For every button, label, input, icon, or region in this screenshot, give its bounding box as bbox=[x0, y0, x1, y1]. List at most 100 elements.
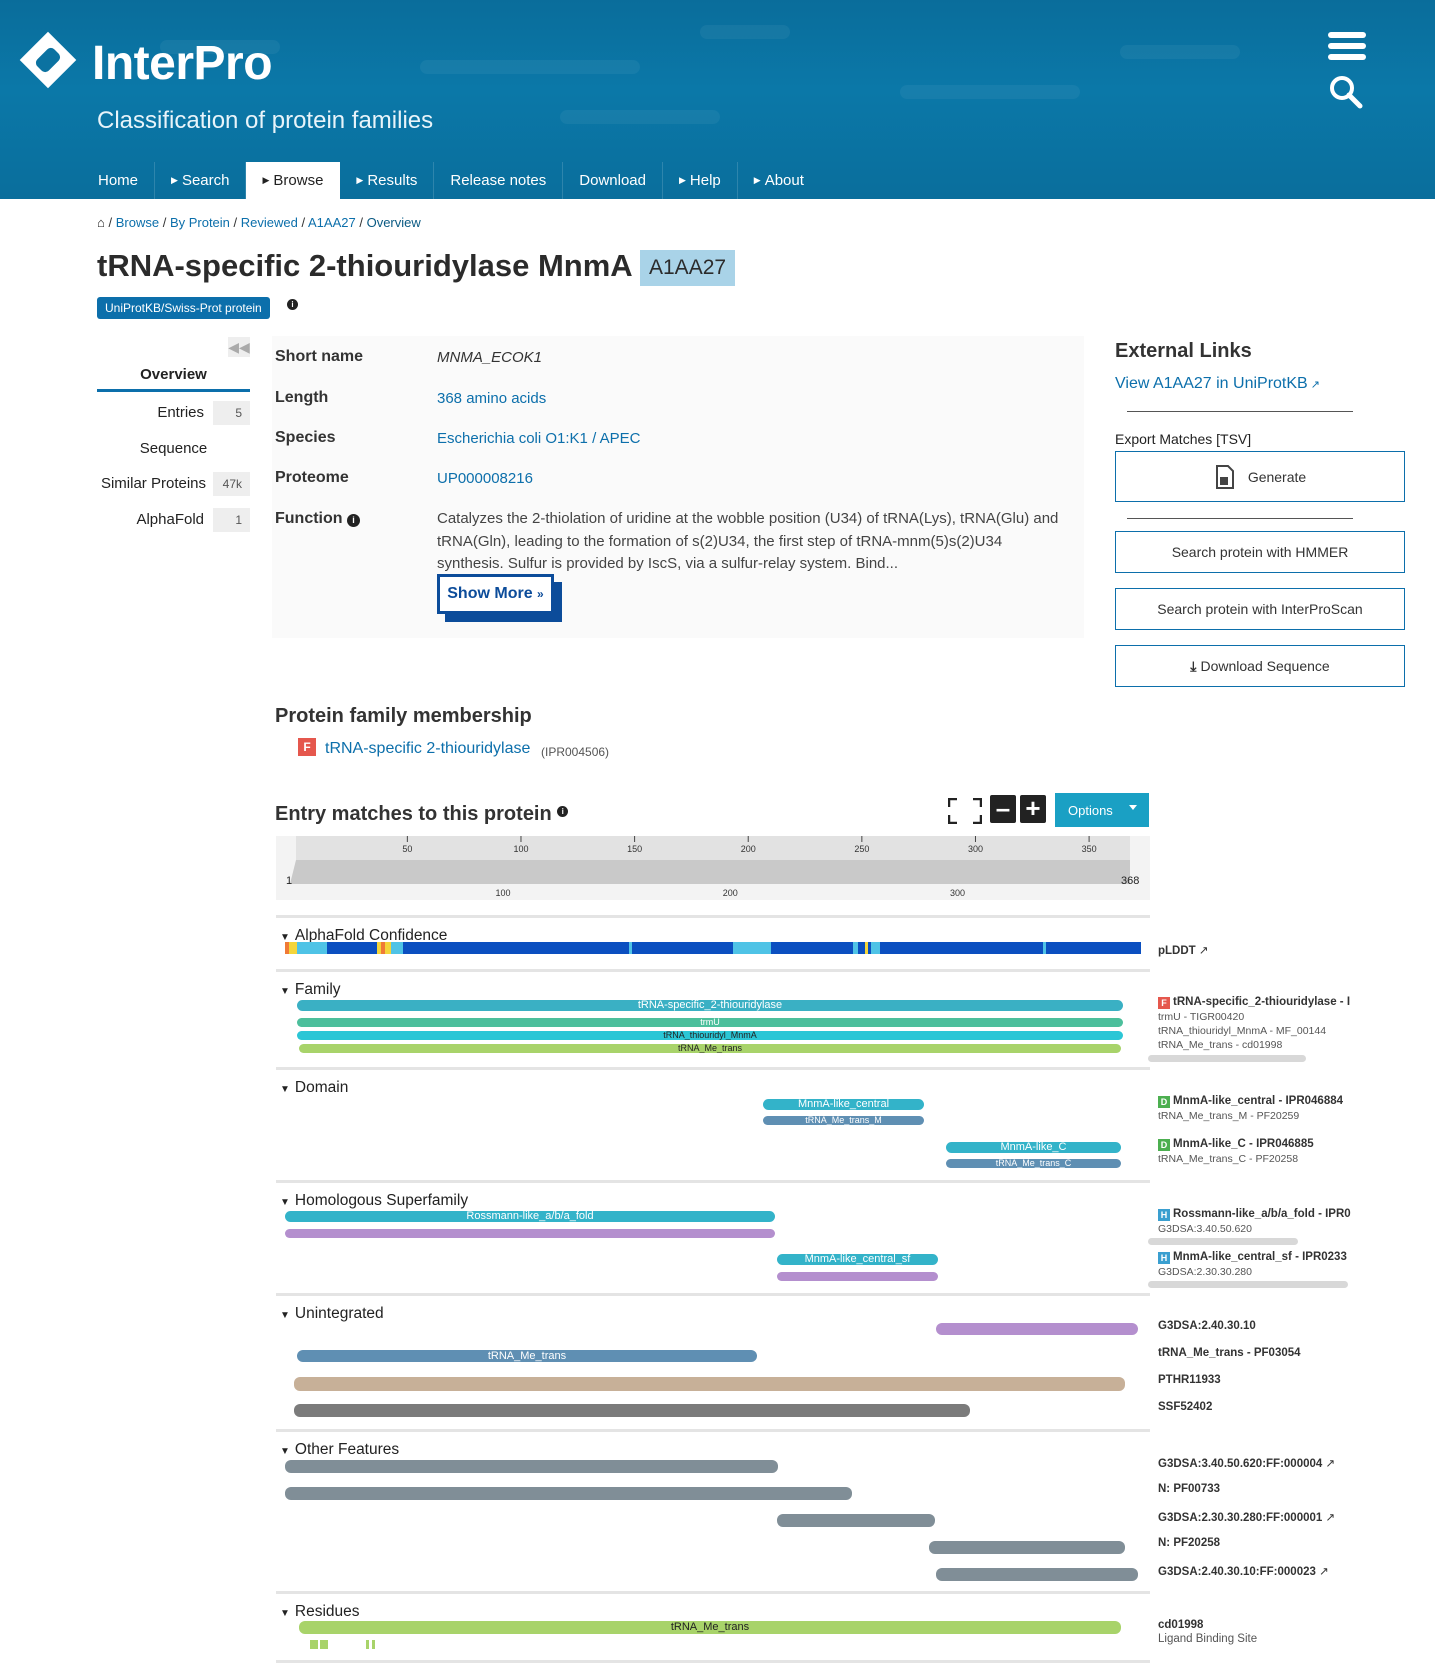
breadcrumb-reviewed[interactable]: Reviewed bbox=[241, 215, 298, 230]
nav-download[interactable]: Download bbox=[563, 162, 663, 199]
homologous-sub-label[interactable]: G3DSA:2.30.30.280 bbox=[1158, 1266, 1252, 1278]
other-feature-bar[interactable] bbox=[285, 1460, 778, 1473]
other-feature-bar[interactable] bbox=[285, 1487, 852, 1500]
search-icon[interactable] bbox=[1328, 74, 1364, 110]
other-feature-label[interactable]: G3DSA:3.40.50.620:FF:000004 ↗ bbox=[1158, 1456, 1335, 1470]
other-feature-bar[interactable] bbox=[936, 1568, 1138, 1581]
zoom-in-button[interactable]: + bbox=[1020, 795, 1046, 823]
menu-overview[interactable]: Overview bbox=[97, 366, 250, 392]
zoom-out-button[interactable]: – bbox=[990, 795, 1016, 823]
nav-release-notes[interactable]: Release notes bbox=[434, 162, 564, 199]
homologous-rossmann-sub-bar[interactable] bbox=[285, 1229, 775, 1238]
menu-entries[interactable]: Entries 5 bbox=[97, 401, 250, 426]
nav-about[interactable]: ▶ About bbox=[738, 162, 820, 199]
label-scrollbar[interactable] bbox=[1148, 1238, 1298, 1245]
residues-me-trans-bar[interactable]: tRNA_Me_trans bbox=[299, 1621, 1121, 1634]
nav-home[interactable]: Home bbox=[82, 162, 156, 199]
domain-entry-label[interactable]: D MnmA-like_central - IPR046884 bbox=[1158, 1095, 1343, 1108]
domain-like-c-bar[interactable]: MnmA-like_C bbox=[946, 1142, 1121, 1153]
home-icon[interactable]: ⌂ bbox=[97, 215, 105, 230]
nav-results[interactable]: ▶ Results bbox=[340, 162, 435, 199]
other-feature-label[interactable]: N: PF20258 bbox=[1158, 1537, 1220, 1549]
proteome-link[interactable]: UP000008216 bbox=[437, 470, 533, 487]
brand-title[interactable]: InterPro bbox=[92, 36, 273, 91]
section-homologous-superfamily[interactable]: ▼ Homologous Superfamily bbox=[280, 1192, 468, 1210]
domain-trans-m-bar[interactable]: tRNA_Me_trans_M bbox=[763, 1116, 924, 1125]
section-domain[interactable]: ▼ Domain bbox=[280, 1079, 348, 1097]
info-icon[interactable]: i bbox=[287, 299, 298, 310]
family-link[interactable]: tRNA-specific 2-thiouridylase bbox=[325, 740, 530, 758]
family-sub-label[interactable]: trmU - TIGR00420 bbox=[1158, 1011, 1244, 1023]
show-more-button[interactable]: Show More » bbox=[437, 574, 554, 614]
unintegrated-panther-bar[interactable] bbox=[294, 1377, 1125, 1391]
section-residues[interactable]: ▼ Residues bbox=[280, 1603, 360, 1621]
length-link[interactable]: 368 amino acids bbox=[437, 390, 546, 407]
label-scrollbar[interactable] bbox=[1148, 1281, 1348, 1288]
unintegrated-ssf-bar[interactable] bbox=[294, 1404, 970, 1417]
residue-site-marker[interactable] bbox=[366, 1640, 369, 1649]
domain-entry-label[interactable]: D MnmA-like_C - IPR046885 bbox=[1158, 1138, 1314, 1151]
menu-similar-proteins[interactable]: Similar Proteins 47k bbox=[97, 472, 250, 497]
residue-sub-label[interactable]: Ligand Binding Site bbox=[1158, 1633, 1257, 1645]
plddt-track[interactable] bbox=[285, 942, 1141, 954]
other-feature-label[interactable]: N: PF00733 bbox=[1158, 1483, 1220, 1495]
nav-search[interactable]: ▶ Search bbox=[155, 162, 247, 199]
plddt-link[interactable]: pLDDT ↗ bbox=[1158, 943, 1209, 957]
domain-sub-label[interactable]: tRNA_Me_trans_M - PF20259 bbox=[1158, 1110, 1299, 1122]
residue-site-marker[interactable] bbox=[310, 1640, 318, 1649]
unintegrated-label[interactable]: SSF52402 bbox=[1158, 1401, 1212, 1413]
breadcrumb-by-protein[interactable]: By Protein bbox=[170, 215, 230, 230]
domain-sub-label[interactable]: tRNA_Me_trans_C - PF20258 bbox=[1158, 1153, 1298, 1165]
unintegrated-g3dsa-bar[interactable] bbox=[936, 1323, 1138, 1335]
hamburger-menu-icon[interactable] bbox=[1328, 32, 1366, 64]
family-entry-label[interactable]: FtRNA-specific_2-thiouridylase - I bbox=[1158, 996, 1350, 1009]
family-sub-label[interactable]: tRNA_thiouridyl_MnmA - MF_00144 bbox=[1158, 1025, 1326, 1037]
domain-central-bar[interactable]: MnmA-like_central bbox=[763, 1099, 924, 1110]
family-thiouridyl-bar[interactable]: tRNA_thiouridyl_MnmA bbox=[297, 1031, 1123, 1040]
section-family[interactable]: ▼ Family bbox=[280, 981, 341, 999]
label-scrollbar[interactable] bbox=[1148, 1055, 1306, 1062]
section-unintegrated[interactable]: ▼ Unintegrated bbox=[280, 1305, 384, 1323]
unintegrated-label[interactable]: G3DSA:2.40.30.10 bbox=[1158, 1320, 1256, 1332]
species-link[interactable]: Escherichia coli O1:K1 / APEC bbox=[437, 430, 640, 447]
fullscreen-icon[interactable] bbox=[948, 798, 982, 824]
options-dropdown[interactable]: Options bbox=[1055, 793, 1149, 827]
family-trmu-bar[interactable]: trmU bbox=[297, 1018, 1123, 1027]
homologous-entry-label[interactable]: H Rossmann-like_a/b/a_fold - IPR0 bbox=[1158, 1208, 1351, 1221]
family-sub-label[interactable]: tRNA_Me_trans - cd01998 bbox=[1158, 1039, 1282, 1051]
menu-sequence[interactable]: Sequence bbox=[97, 440, 250, 462]
search-hmmer-button[interactable]: Search protein with HMMER bbox=[1115, 531, 1405, 573]
section-other-features[interactable]: ▼ Other Features bbox=[280, 1441, 399, 1459]
reviewed-badge[interactable]: UniProtKB/Swiss-Prot protein bbox=[97, 297, 270, 319]
other-feature-label[interactable]: G3DSA:2.30.30.280:FF:000001 ↗ bbox=[1158, 1510, 1335, 1524]
family-me-trans-bar[interactable]: tRNA_Me_trans bbox=[299, 1044, 1121, 1053]
family-match-bar[interactable]: tRNA-specific_2-thiouridylase bbox=[297, 1000, 1123, 1011]
other-feature-label[interactable]: G3DSA:2.40.30.10:FF:000023 ↗ bbox=[1158, 1564, 1329, 1578]
sequence-ruler[interactable]: 50 100 150 200 250 300 350 100 200 300 1 368 bbox=[276, 836, 1150, 900]
unintegrated-label[interactable]: PTHR11933 bbox=[1158, 1374, 1221, 1386]
nav-help[interactable]: ▶ Help bbox=[663, 162, 738, 199]
download-sequence-button[interactable]: ⤓ Download Sequence bbox=[1115, 645, 1405, 687]
other-feature-bar[interactable] bbox=[929, 1541, 1125, 1554]
residue-label[interactable]: cd01998 bbox=[1158, 1619, 1203, 1631]
residue-site-marker[interactable] bbox=[320, 1640, 328, 1649]
homologous-sub-label[interactable]: G3DSA:3.40.50.620 bbox=[1158, 1223, 1252, 1235]
breadcrumb-accession[interactable]: A1AA27 bbox=[308, 215, 356, 230]
info-icon[interactable]: i bbox=[347, 514, 360, 527]
unintegrated-pfam-bar[interactable]: tRNA_Me_trans bbox=[297, 1350, 757, 1362]
homologous-central-sf-bar[interactable]: MnmA-like_central_sf bbox=[777, 1254, 938, 1265]
collapse-menu-icon[interactable]: ◀◀ bbox=[228, 337, 250, 357]
homologous-entry-label[interactable]: H MnmA-like_central_sf - IPR0233 bbox=[1158, 1251, 1347, 1264]
homologous-rossmann-bar[interactable]: Rossmann-like_a/b/a_fold bbox=[285, 1211, 775, 1222]
generate-button[interactable]: Generate bbox=[1115, 451, 1405, 502]
other-feature-bar[interactable] bbox=[777, 1514, 935, 1527]
unintegrated-label[interactable]: tRNA_Me_trans - PF03054 bbox=[1158, 1347, 1301, 1359]
homologous-central-sf-sub-bar[interactable] bbox=[777, 1272, 938, 1281]
residue-site-marker[interactable] bbox=[372, 1640, 375, 1649]
uniprot-link[interactable]: View A1AA27 in UniProtKB ↗ bbox=[1115, 375, 1320, 393]
breadcrumb-browse[interactable]: Browse bbox=[116, 215, 159, 230]
interpro-logo-icon[interactable] bbox=[18, 30, 78, 90]
nav-browse[interactable]: ▶ Browse bbox=[246, 162, 341, 199]
info-icon[interactable]: i bbox=[557, 806, 569, 817]
menu-alphafold[interactable]: AlphaFold 1 bbox=[97, 508, 250, 533]
